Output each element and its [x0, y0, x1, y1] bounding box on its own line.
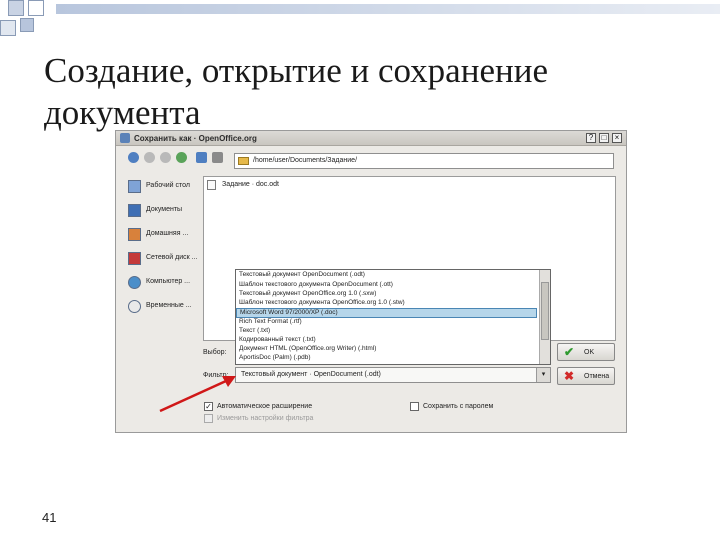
file-type-dropdown-list[interactable]: Текстовый документ OpenDocument (.odt) Ш…	[235, 269, 551, 365]
ok-label: OK	[584, 349, 595, 356]
computer-icon	[128, 276, 141, 289]
edit-icon[interactable]	[212, 152, 223, 163]
slide-number: 41	[42, 510, 57, 525]
place-label: Компьютер ...	[146, 278, 191, 285]
file-type-value: Текстовый документ · OpenDocument (.odt)	[241, 371, 381, 378]
edit-filter-checkbox[interactable]	[204, 414, 213, 423]
cancel-label: Отмена	[584, 373, 610, 380]
file-type-option[interactable]: AportisDoc (Palm) (.pdb)	[239, 354, 539, 364]
recent-icon	[128, 300, 141, 313]
chevron-down-icon[interactable]: ▾	[536, 368, 550, 382]
dropdown-scrollbar[interactable]	[539, 270, 550, 364]
place-label: Домашняя ...	[146, 230, 189, 237]
list-item[interactable]: Задание · doc.odt	[207, 180, 507, 190]
close-button[interactable]: ×	[612, 133, 622, 143]
checkmark-icon: ✔	[564, 345, 575, 359]
app-icon	[120, 133, 130, 143]
up-icon[interactable]	[160, 152, 171, 163]
documents-folder-icon	[128, 204, 141, 217]
help-button[interactable]: ?	[586, 133, 596, 143]
desktop-icon	[128, 180, 141, 193]
filter-label: Фильтр:	[203, 372, 229, 379]
cancel-button[interactable]: ✖ Отмена	[557, 367, 615, 385]
file-type-option-selected[interactable]: Microsoft Word 97/2000/XP (.doc)	[236, 308, 537, 318]
maximize-button[interactable]: □	[599, 133, 609, 143]
file-name: Задание · doc.odt	[222, 181, 279, 188]
place-label: Рабочий стол	[146, 182, 190, 189]
slide-title: Создание, открытие и сохранение документ…	[44, 51, 548, 132]
places-sidebar: Рабочий стол Документы Домашняя ... Сете…	[126, 178, 204, 313]
place-label: Сетевой диск ...	[146, 254, 198, 261]
file-type-select[interactable]: Текстовый документ · OpenDocument (.odt)…	[235, 367, 551, 383]
place-item-documents[interactable]: Документы	[126, 202, 204, 220]
forward-icon[interactable]	[144, 152, 155, 163]
scrollbar-thumb[interactable]	[541, 282, 549, 340]
auto-extension-label: Автоматическое расширение	[217, 403, 313, 410]
path-input[interactable]: /home/user/Documents/Задание/ ▾	[234, 153, 614, 169]
edit-filter-label: Изменить настройки фильтра	[217, 415, 314, 422]
slide-decoration	[0, 0, 720, 40]
ok-button[interactable]: ✔ OK	[557, 343, 615, 361]
home-folder-icon	[128, 228, 141, 241]
file-type-option[interactable]: Текстовый документ OpenDocument (.odt)	[239, 271, 539, 281]
cancel-icon: ✖	[564, 369, 575, 383]
back-icon[interactable]	[128, 152, 139, 163]
refresh-icon[interactable]	[176, 152, 187, 163]
folder-icon	[238, 157, 249, 165]
password-checkbox[interactable]	[410, 402, 419, 411]
save-as-dialog: Сохранить как · OpenOffice.org ? □ × /ho…	[115, 130, 627, 433]
place-label: Временные ...	[146, 302, 192, 309]
network-icon	[128, 252, 141, 265]
document-icon	[207, 180, 216, 190]
place-label: Документы	[146, 206, 183, 213]
auto-extension-checkbox[interactable]: ✓	[204, 402, 213, 411]
place-item-desktop[interactable]: Рабочий стол	[126, 178, 204, 196]
place-item-home[interactable]: Домашняя ...	[126, 226, 204, 244]
password-label: Сохранить с паролем	[423, 403, 494, 410]
path-value: /home/user/Documents/Задание/	[253, 157, 358, 164]
place-item-network[interactable]: Сетевой диск ...	[126, 250, 204, 268]
dialog-title: Сохранить как · OpenOffice.org	[134, 134, 257, 143]
save-icon[interactable]	[196, 152, 207, 163]
file-name-label: Выбор:	[203, 349, 227, 356]
place-item-computer[interactable]: Компьютер ...	[126, 274, 204, 292]
place-item-recent[interactable]: Временные ...	[126, 298, 204, 316]
